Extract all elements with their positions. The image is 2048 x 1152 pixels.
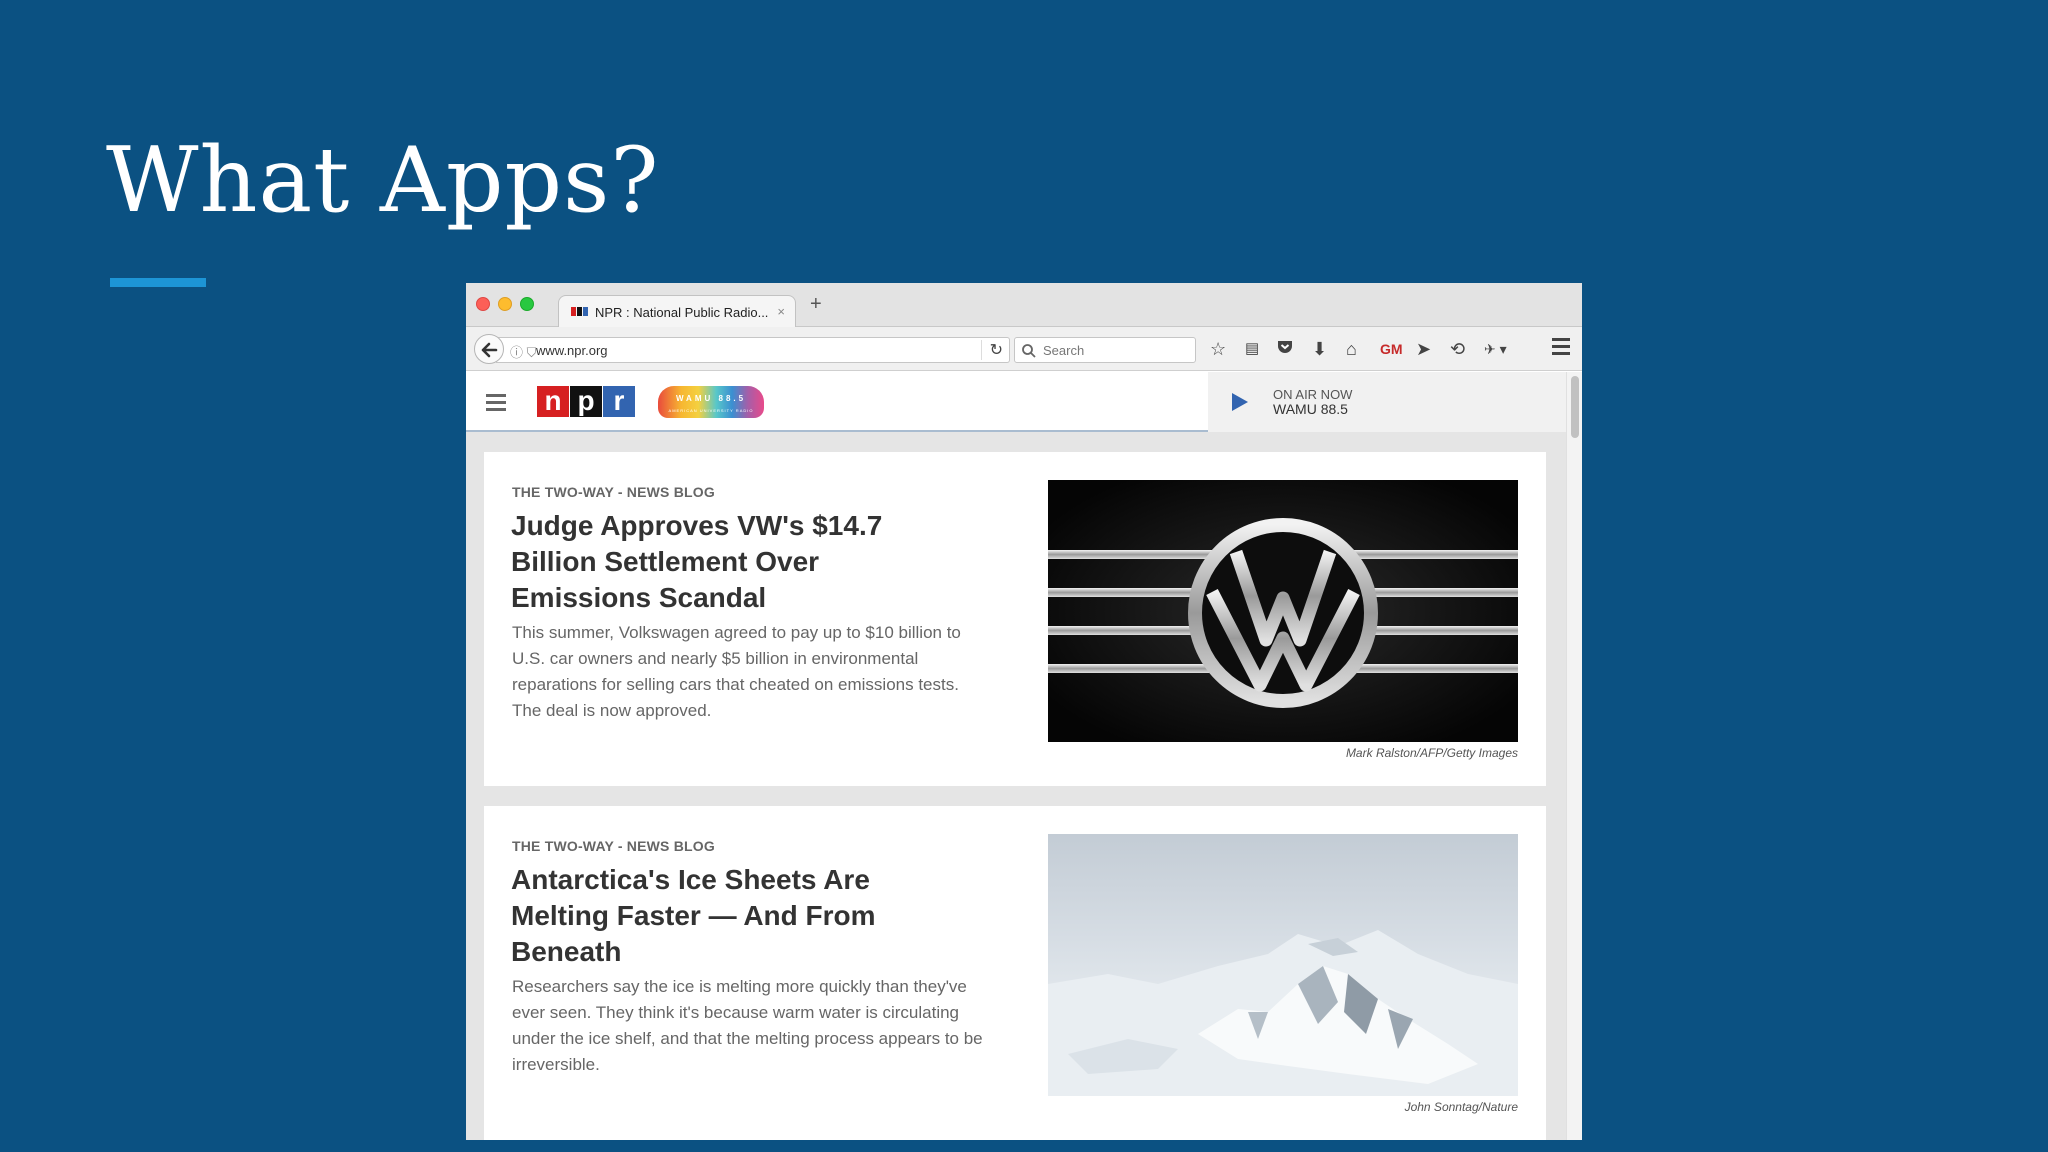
download-icon[interactable]: ⬇ — [1312, 338, 1327, 360]
on-air-label: ON AIR NOW — [1273, 387, 1353, 402]
pocket-icon[interactable] — [1276, 338, 1294, 361]
npr-logo-letter: n — [537, 386, 569, 417]
search-icon — [1022, 344, 1036, 358]
back-arrow-icon — [481, 342, 498, 358]
npr-favicon-icon — [571, 307, 589, 316]
antarctica-ice-image — [1048, 930, 1518, 1096]
reload-icon[interactable]: ↻ — [980, 340, 1003, 360]
back-button[interactable] — [474, 334, 504, 364]
navigation-toolbar: ⓘ ⛉ www.npr.org ↻ Search ☆ ▤ ⬇ ⌂ GM ➤ ⟲ … — [466, 327, 1582, 371]
story-headline[interactable]: Antarctica's Ice Sheets Are Melting Fast… — [511, 862, 951, 970]
title-accent-bar — [110, 278, 206, 287]
story-headline[interactable]: Judge Approves VW's $14.7 Billion Settle… — [511, 508, 951, 616]
gm-extension-icon[interactable]: GM — [1380, 338, 1403, 360]
story-card: THE TWO-WAY - NEWS BLOG Antarctica's Ice… — [484, 806, 1546, 1140]
url-text: www.npr.org — [536, 343, 608, 358]
slide-title: What Apps? — [106, 128, 660, 233]
scrollbar-thumb[interactable] — [1571, 376, 1579, 438]
url-bar[interactable]: ⓘ ⛉ www.npr.org ↻ — [496, 337, 1010, 363]
play-icon[interactable] — [1232, 393, 1248, 411]
npr-logo[interactable]: n p r — [537, 386, 636, 417]
window-maximize-button[interactable] — [520, 297, 534, 311]
story-teaser: Researchers say the ice is melting more … — [512, 977, 983, 1074]
wamu-logo[interactable]: WAMU 88.5 AMERICAN UNIVERSITY RADIO — [658, 386, 764, 418]
page-viewport: n p r WAMU 88.5 AMERICAN UNIVERSITY RADI… — [466, 372, 1566, 1140]
story-card: THE TWO-WAY - NEWS BLOG Judge Approves V… — [484, 452, 1546, 786]
on-air-now-player[interactable]: ON AIR NOW WAMU 88.5 — [1208, 372, 1566, 432]
npr-logo-letter: p — [570, 386, 602, 417]
search-bar[interactable]: Search — [1014, 337, 1196, 363]
browser-menu-icon[interactable] — [1552, 338, 1570, 359]
reading-list-icon[interactable]: ▤ — [1245, 338, 1259, 360]
hamburger-menu-icon[interactable] — [486, 394, 506, 415]
story-image[interactable] — [1048, 834, 1518, 1096]
window-close-button[interactable] — [476, 297, 490, 311]
npr-header: n p r WAMU 88.5 AMERICAN UNIVERSITY RADI… — [466, 372, 1566, 432]
npr-logo-letter: r — [603, 386, 635, 417]
extension-dropdown-icon[interactable]: ✈ ▾ — [1484, 338, 1507, 360]
story-slug[interactable]: THE TWO-WAY - NEWS BLOG — [512, 838, 715, 854]
history-icon[interactable]: ⟲ — [1450, 338, 1465, 360]
tab-npr[interactable]: NPR : National Public Radio... × — [558, 295, 796, 329]
site-info-icon[interactable]: ⓘ ⛉ — [510, 342, 536, 361]
bookmark-star-icon[interactable]: ☆ — [1210, 338, 1226, 360]
send-icon[interactable]: ➤ — [1416, 338, 1431, 360]
photo-credit: Mark Ralston/AFP/Getty Images — [1345, 746, 1518, 760]
window-minimize-button[interactable] — [498, 297, 512, 311]
home-icon[interactable]: ⌂ — [1346, 338, 1357, 360]
tab-strip: NPR : National Public Radio... × + — [466, 283, 1582, 329]
photo-credit: John Sonntag/Nature — [1404, 1100, 1518, 1114]
wamu-logo-subtext: AMERICAN UNIVERSITY RADIO — [668, 408, 754, 413]
search-input[interactable]: Search — [1043, 343, 1084, 358]
wamu-logo-text: WAMU 88.5 — [675, 394, 747, 403]
story-slug[interactable]: THE TWO-WAY - NEWS BLOG — [512, 484, 715, 500]
browser-window: NPR : National Public Radio... × + ⓘ ⛉ w… — [466, 283, 1582, 1140]
tab-title: NPR : National Public Radio... — [595, 305, 769, 320]
new-tab-button[interactable]: + — [810, 293, 822, 316]
on-air-station: WAMU 88.5 — [1273, 401, 1348, 417]
tab-close-icon[interactable]: × — [777, 304, 785, 319]
page-scrollbar[interactable] — [1566, 372, 1582, 1140]
story-teaser: This summer, Volkswagen agreed to pay up… — [512, 623, 961, 720]
story-image[interactable] — [1048, 480, 1518, 742]
vw-logo-grille-image — [1048, 480, 1518, 742]
